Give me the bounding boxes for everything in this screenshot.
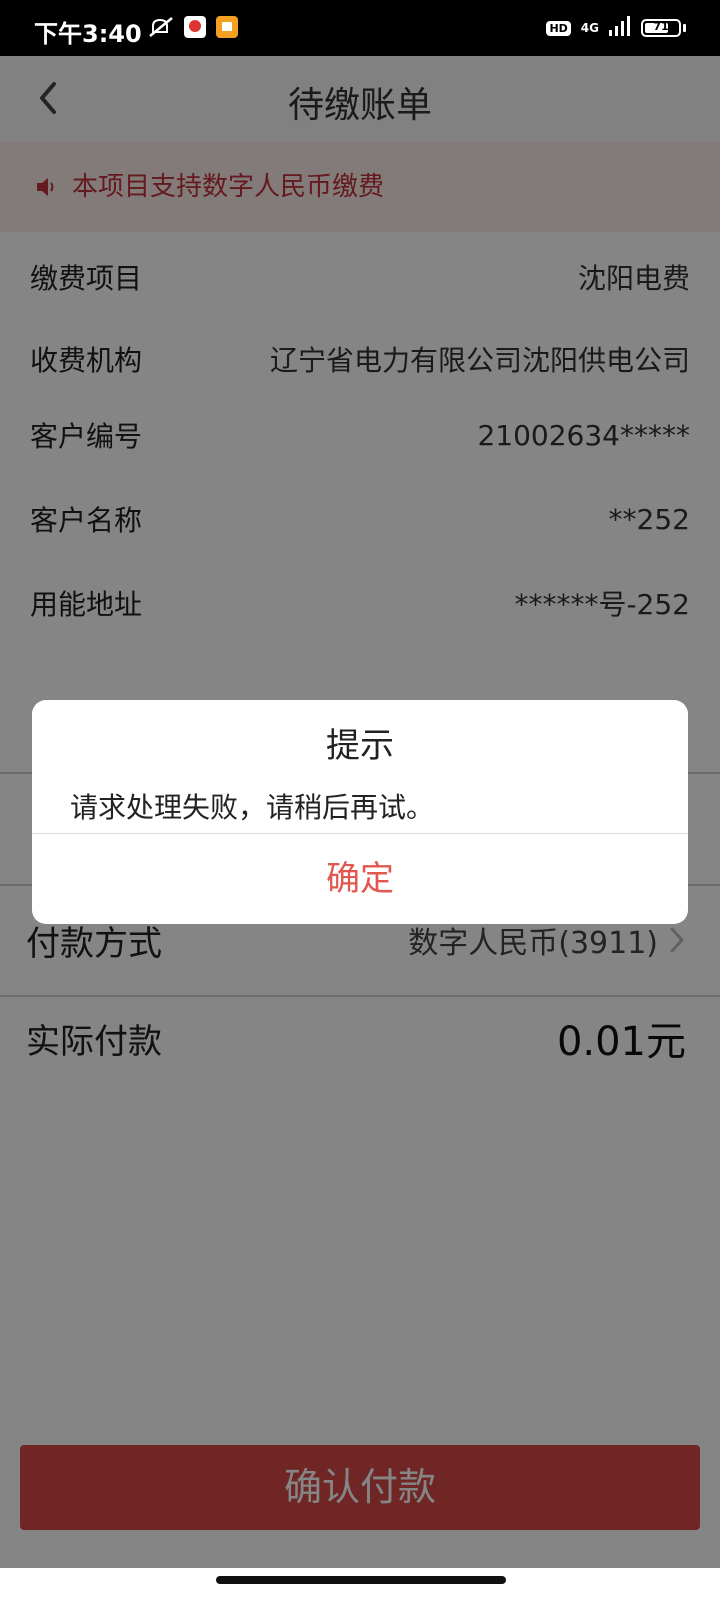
dialog-message: 请求处理失败，请稍后再试。 <box>70 791 435 824</box>
alert-dialog: 提示 请求处理失败，请稍后再试。 确定 <box>32 700 688 924</box>
battery-icon: 71 <box>641 19 686 37</box>
status-time: 下午3:40 <box>34 20 142 48</box>
network-type: 4G <box>580 21 599 35</box>
hd-badge: HD <box>546 20 571 36</box>
dialog-title: 提示 <box>326 726 394 766</box>
silent-icon <box>148 16 174 42</box>
signal-icon <box>609 16 631 40</box>
dialog-ok-button[interactable]: 确定 <box>32 834 688 924</box>
status-bar: 下午3:40 HD 4G 71 <box>0 0 720 56</box>
message-notification-icon <box>216 16 238 42</box>
status-icons-left <box>148 16 238 42</box>
app-notification-icon <box>184 16 206 42</box>
battery-level: 71 <box>653 20 669 33</box>
status-icons-right: HD 4G 71 <box>546 16 686 40</box>
home-indicator[interactable] <box>216 1576 506 1584</box>
